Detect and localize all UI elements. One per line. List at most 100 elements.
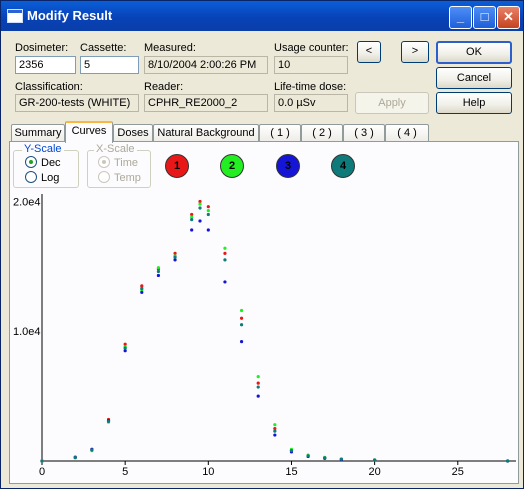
radio-selected-icon	[98, 156, 110, 168]
x-scale-time-label: Time	[114, 157, 139, 169]
minimize-button[interactable]: _	[449, 6, 472, 29]
data-point	[140, 286, 144, 291]
tab-4[interactable]: ( 4 )	[385, 124, 429, 142]
radio-unselected-icon	[25, 171, 37, 183]
dosimeter-label: Dosimeter:	[15, 42, 69, 54]
cassette-label: Cassette:	[80, 42, 127, 54]
maximize-button[interactable]: □	[473, 6, 496, 29]
tab-summary[interactable]: Summary	[11, 124, 65, 142]
data-point	[198, 202, 202, 206]
data-point	[223, 251, 227, 255]
data-point	[156, 273, 161, 278]
y-scale-dec-label: Dec	[41, 157, 61, 169]
data-point	[106, 419, 111, 424]
data-point	[223, 258, 227, 262]
y-scale-log-radio[interactable]: Log	[25, 171, 59, 184]
tab-natural-background[interactable]: Natural Background	[153, 124, 259, 142]
data-point	[198, 219, 202, 223]
y-tick-label: 1.0e4	[13, 326, 41, 338]
data-point	[198, 206, 202, 210]
tab-doses[interactable]: Doses	[113, 124, 153, 142]
y-axis-ticks: 1.0e4 2.0e4	[13, 196, 41, 338]
tab-curves[interactable]: Curves	[65, 121, 113, 143]
data-point	[156, 269, 161, 274]
data-point	[256, 394, 260, 398]
data-point	[223, 280, 227, 284]
ok-button[interactable]: OK	[436, 41, 512, 64]
data-point	[73, 456, 77, 460]
data-point	[306, 454, 310, 458]
x-scale-temp-label: Temp	[114, 172, 141, 184]
tab-2[interactable]: ( 2 )	[301, 124, 343, 142]
data-point	[156, 266, 161, 270]
data-point	[506, 459, 510, 463]
radio-selected-icon	[25, 156, 37, 168]
x-tick-label: 10	[202, 466, 214, 478]
data-point	[239, 340, 244, 344]
data-point	[90, 448, 94, 452]
data-point	[206, 212, 210, 217]
data-point	[273, 433, 277, 437]
window-title: Modify Result	[27, 8, 113, 23]
data-point	[206, 228, 210, 232]
x-tick-label: 5	[122, 466, 128, 478]
x-scale-temp-radio[interactable]: Temp	[98, 171, 141, 184]
y-scale-log-label: Log	[41, 172, 60, 184]
title-bar[interactable]: Modify Result _ □ ✕	[1, 1, 523, 31]
x-tick-label: 20	[369, 466, 381, 478]
previous-button[interactable]: <	[357, 41, 381, 63]
reader-value: CPHR_RE2000_2	[144, 94, 268, 112]
radio-unselected-icon	[98, 171, 110, 183]
data-point	[190, 228, 194, 232]
dosimeter-input[interactable]: 2356	[15, 56, 76, 74]
curve-3-button[interactable]: 3	[276, 154, 300, 178]
data-point	[239, 316, 244, 320]
cancel-button[interactable]: Cancel	[436, 67, 512, 89]
chart-series	[40, 199, 510, 463]
measured-label: Measured:	[144, 42, 196, 54]
glow-curve-chart: 0 5 10 15 20 25 1.0e4 2.0e4	[13, 194, 516, 478]
classification-label: Classification:	[15, 81, 83, 93]
x-tick-label: 0	[39, 466, 45, 478]
reader-label: Reader:	[144, 81, 184, 93]
y-tick-label: 2.0e4	[13, 196, 41, 208]
x-scale-time-radio[interactable]: Time	[98, 156, 138, 169]
data-point	[323, 456, 327, 460]
data-point	[256, 385, 260, 389]
x-tick-label: 15	[285, 466, 297, 478]
tab-1[interactable]: ( 1 )	[259, 124, 301, 142]
data-point	[206, 208, 210, 213]
data-point	[140, 290, 144, 294]
curve-2-button[interactable]: 2	[220, 154, 244, 178]
data-point	[40, 459, 44, 463]
data-point	[339, 457, 343, 461]
data-point	[289, 449, 294, 453]
data-point	[123, 346, 127, 350]
curve-4-button[interactable]: 4	[331, 154, 355, 178]
y-scale-title: Y-Scale	[22, 143, 64, 155]
x-axis-ticks: 0 5 10 15 20 25	[39, 461, 464, 478]
y-scale-dec-radio[interactable]: Dec	[25, 156, 61, 169]
close-button[interactable]: ✕	[497, 6, 520, 29]
modify-result-dialog: Modify Result _ □ ✕ Dosimeter: 2356 Cass…	[0, 0, 524, 489]
apply-button[interactable]: Apply	[355, 92, 429, 114]
data-point	[273, 423, 277, 427]
data-point	[190, 218, 194, 222]
cassette-input[interactable]: 5	[80, 56, 139, 74]
data-point	[256, 381, 260, 385]
data-point	[173, 255, 177, 259]
data-point	[206, 205, 210, 209]
data-point	[256, 375, 260, 379]
help-button[interactable]: Help	[436, 92, 512, 114]
next-button[interactable]: >	[401, 41, 429, 63]
data-point	[273, 429, 277, 433]
tab-3[interactable]: ( 3 )	[343, 124, 385, 142]
x-tick-label: 25	[452, 466, 464, 478]
data-point	[239, 308, 244, 313]
data-point	[373, 458, 377, 462]
measured-value: 8/10/2004 2:00:26 PM	[144, 56, 268, 74]
lifetime-dose-value: 0.0 µSv	[274, 94, 348, 112]
curve-1-button[interactable]: 1	[165, 154, 189, 178]
data-point	[223, 246, 227, 250]
x-scale-title: X-Scale	[94, 143, 137, 155]
